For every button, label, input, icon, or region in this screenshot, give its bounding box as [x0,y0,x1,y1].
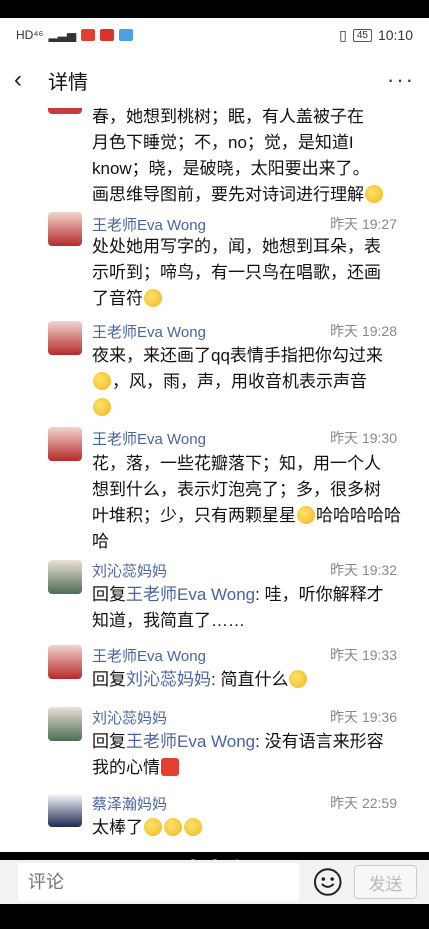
comment-time: 昨天 22:59 [330,795,397,811]
page-indicator [0,852,429,865]
emoji-icon [144,289,162,307]
comment-text: 太棒了 [92,815,412,841]
emoji-icon [144,818,162,836]
comment-time: 昨天 19:27 [330,216,397,232]
comment-time: 昨天 19:32 [330,562,397,578]
app-notification-icon [81,29,96,41]
avatar[interactable] [48,560,82,594]
emoji-icon [365,185,383,203]
send-button[interactable]: 发送 [354,865,417,899]
comment-list: 春，她想到桃树；眠，有人盖被子在 月色下睡觉；不，no；觉，是知道I know；… [0,108,429,852]
comment-text: 处处她用写字的，闻，她想到耳朵，表 示听到；啼鸟，有一只鸟在唱歌，还画 了音符 [92,237,381,308]
reply-to-name[interactable]: 刘沁蕊妈妈 [126,670,211,689]
status-left-indicators: HD⁴⁶ ▂▃▅ [16,28,134,42]
network-indicator: HD⁴⁶ [16,28,44,42]
comment-time: 昨天 19:28 [330,323,397,339]
comment-text: 夜来，来还画了qq表情手指把你勾过来 ，风，雨，声，用收音机表示声音 [92,343,412,421]
reply-to-name[interactable]: 王老师Eva Wong [126,585,255,604]
commenter-name[interactable]: 王老师Eva Wong [92,645,206,666]
emoji-icon [164,818,182,836]
emoji-icon [184,818,202,836]
comment-text: 回复刘沁蕊妈妈: 简直什么 [92,667,412,693]
commenter-name[interactable]: 刘沁蕊妈妈 [92,560,167,581]
page-title: 详情 [48,71,88,94]
commenter-name[interactable]: 刘沁蕊妈妈 [92,707,167,728]
comment-time: 昨天 19:30 [330,430,397,446]
avatar[interactable] [48,321,82,355]
comment-input[interactable] [18,863,299,901]
comment-text: 回复王老师Eva Wong: 没有语言来形容 我的心情 [92,732,384,777]
battery-icon: 45 [352,28,372,42]
commenter-name[interactable]: 蔡泽瀚妈妈 [92,793,167,814]
nav-header: ‹ 详情 ··· [0,52,429,108]
emoji-icon [289,670,308,688]
more-options-button[interactable]: ··· [387,67,415,93]
comment-time: 昨天 19:33 [330,647,397,663]
avatar[interactable] [48,427,82,461]
angry-emoji-icon [161,758,179,776]
emoji-icon [93,398,111,416]
chevron-left-icon[interactable]: ‹ [14,66,42,94]
emoji-icon [297,506,315,524]
avatar[interactable] [48,707,82,741]
comment-input-bar: 发送 [0,860,429,904]
commenter-name[interactable]: 王老师Eva Wong [92,214,206,235]
avatar[interactable] [48,645,82,679]
avatar [48,108,82,114]
signal-icon: ▂▃▅ [48,28,77,42]
comment-text: 回复王老师Eva Wong: 哇，听你解释才 知道，我简直了…… [92,585,384,630]
comment-text: 春，她想到桃树；眠，有人盖被子在 月色下睡觉；不，no；觉，是知道I know；… [92,108,412,208]
app-notification-icon [119,29,134,41]
app-notification-icon [100,29,115,41]
comment-time: 昨天 19:36 [330,709,397,725]
smiley-face-icon[interactable] [313,867,343,897]
comment-text: 花，落，一些花瓣落下；知，用一个人 想到什么，表示灯泡亮了；多，很多树 叶堆积；… [92,454,401,551]
commenter-name[interactable]: 王老师Eva Wong [92,321,206,342]
reply-to-name[interactable]: 王老师Eva Wong [126,732,255,751]
vibrate-icon: ▯ [339,26,347,43]
system-nav-bar [0,904,429,929]
status-bar: HD⁴⁶ ▂▃▅ ▯ 45 10:10 [0,18,429,52]
avatar[interactable] [48,793,82,827]
avatar[interactable] [48,212,82,246]
clock: 10:10 [377,27,413,43]
commenter-name[interactable]: 王老师Eva Wong [92,428,206,449]
emoji-icon [93,372,111,390]
